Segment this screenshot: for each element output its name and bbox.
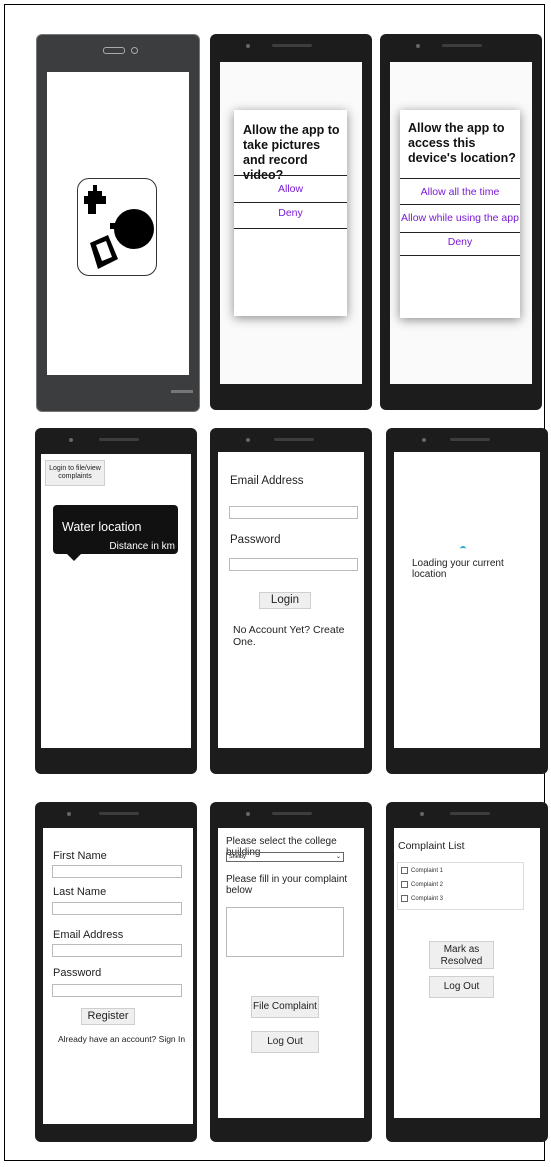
email-label: Email Address (230, 475, 304, 487)
building-select[interactable]: Shelby ⌄ (226, 852, 344, 862)
password-field[interactable] (229, 558, 358, 571)
log-out-button[interactable]: Log Out (429, 976, 494, 998)
phone-login: Email Address Password Login No Account … (210, 428, 372, 774)
checkbox[interactable] (401, 895, 408, 902)
checkbox[interactable] (401, 881, 408, 888)
password-field[interactable] (52, 984, 182, 997)
speaker-grille (272, 812, 312, 815)
last-name-label: Last Name (53, 886, 107, 898)
model-tag (171, 390, 193, 393)
screen: Login to file/view complaints Water loca… (41, 454, 191, 748)
dialog-divider (234, 228, 347, 229)
camera-dot (67, 812, 71, 816)
camera-dot (422, 438, 426, 442)
speaker-grille (99, 812, 139, 815)
list-item[interactable]: Complaint 1 (401, 867, 443, 874)
screen: Email Address Password Login No Account … (218, 452, 364, 748)
first-name-field[interactable] (52, 865, 182, 878)
chevron-down-icon: ⌄ (335, 854, 341, 860)
screen: Please select the college building Shelb… (218, 828, 364, 1118)
log-out-button[interactable]: Log Out (251, 1031, 319, 1053)
phone-register: First Name Last Name Email Address Passw… (35, 802, 197, 1142)
email-field[interactable] (229, 506, 358, 519)
first-name-label: First Name (53, 850, 107, 862)
password-label: Password (53, 967, 102, 979)
camera-dot (246, 438, 250, 442)
callout-subtitle: Distance in km (109, 541, 175, 552)
camera-dot (416, 44, 420, 48)
complaint-list: Complaint 1 Complaint 2 Complaint 3 (397, 862, 524, 910)
phone-map: Login to file/view complaints Water loca… (35, 428, 197, 774)
dialog-title: Allow the app to take pictures and recor… (243, 123, 340, 182)
create-account-link[interactable]: No Account Yet? Create One. (233, 624, 364, 648)
mark-as-resolved-button[interactable]: Mark as Resolved (429, 941, 494, 969)
dialog-title: Allow the app to access this device's lo… (408, 121, 516, 165)
speaker-grille (442, 44, 482, 47)
register-button[interactable]: Register (81, 1008, 135, 1025)
camera-dot (246, 44, 250, 48)
complaint-prompt: Please fill in your complaint below (226, 874, 348, 896)
last-name-field[interactable] (52, 902, 182, 915)
speaker-grille (99, 438, 139, 441)
screen: First Name Last Name Email Address Passw… (43, 828, 193, 1124)
camera-permission-dialog: Allow the app to take pictures and recor… (234, 110, 347, 316)
screen: Complaint List Complaint 1 Complaint 2 C… (394, 828, 540, 1118)
loading-spinner-icon (460, 546, 466, 552)
camera-dot (131, 47, 138, 54)
allow-button[interactable]: Allow (234, 175, 347, 202)
screen: Allow the app to take pictures and recor… (220, 62, 362, 384)
phone-file-complaint: Please select the college building Shelb… (210, 802, 372, 1142)
camera-dot (420, 812, 424, 816)
speaker-grille (103, 47, 125, 54)
screen (47, 72, 189, 375)
building-selected-value: Shelby (229, 854, 246, 860)
speaker-grille (274, 438, 314, 441)
speaker-grille (272, 44, 312, 47)
list-item-label: Complaint 2 (411, 882, 444, 889)
phone-camera-permission: Allow the app to take pictures and recor… (210, 34, 372, 410)
email-label: Email Address (53, 929, 124, 941)
deny-button[interactable]: Deny (400, 232, 520, 254)
location-permission-dialog: Allow the app to access this device's lo… (400, 110, 520, 318)
loading-message: Loading your current location (412, 558, 504, 580)
login-to-file-view-button[interactable]: Login to file/view complaints (45, 460, 105, 486)
water-tap-logo-icon (77, 178, 157, 276)
callout-title: Water location (62, 520, 142, 534)
list-item[interactable]: Complaint 3 (401, 895, 443, 902)
list-item[interactable]: Complaint 2 (401, 881, 443, 888)
password-label: Password (230, 534, 281, 546)
allow-while-using-button[interactable]: Allow while using the app (400, 204, 520, 230)
camera-dot (69, 438, 73, 442)
phone-loading: Loading your current location (386, 428, 548, 774)
list-item-label: Complaint 1 (411, 868, 444, 875)
sign-in-link[interactable]: Already have an account? Sign In (58, 1034, 185, 1044)
screen: Loading your current location (394, 452, 540, 748)
speaker-grille (450, 812, 490, 815)
screen: Allow the app to access this device's lo… (390, 62, 532, 384)
email-field[interactable] (52, 944, 182, 957)
file-complaint-button[interactable]: File Complaint (251, 996, 319, 1018)
callout-pointer (67, 554, 81, 561)
phone-location-permission: Allow the app to access this device's lo… (380, 34, 542, 410)
water-location-callout[interactable]: Water location Distance in km (53, 505, 178, 561)
speaker-grille (450, 438, 490, 441)
checkbox[interactable] (401, 867, 408, 874)
list-item-label: Complaint 3 (411, 896, 444, 903)
complaint-list-title: Complaint List (398, 840, 465, 852)
camera-dot (246, 812, 250, 816)
allow-all-time-button[interactable]: Allow all the time (400, 178, 520, 203)
deny-button[interactable]: Deny (234, 202, 347, 229)
complaint-textarea[interactable] (226, 907, 344, 957)
login-button[interactable]: Login (259, 592, 311, 609)
phone-complaint-list: Complaint List Complaint 1 Complaint 2 C… (386, 802, 548, 1142)
phone-splash (36, 34, 200, 412)
dialog-divider (400, 255, 520, 256)
